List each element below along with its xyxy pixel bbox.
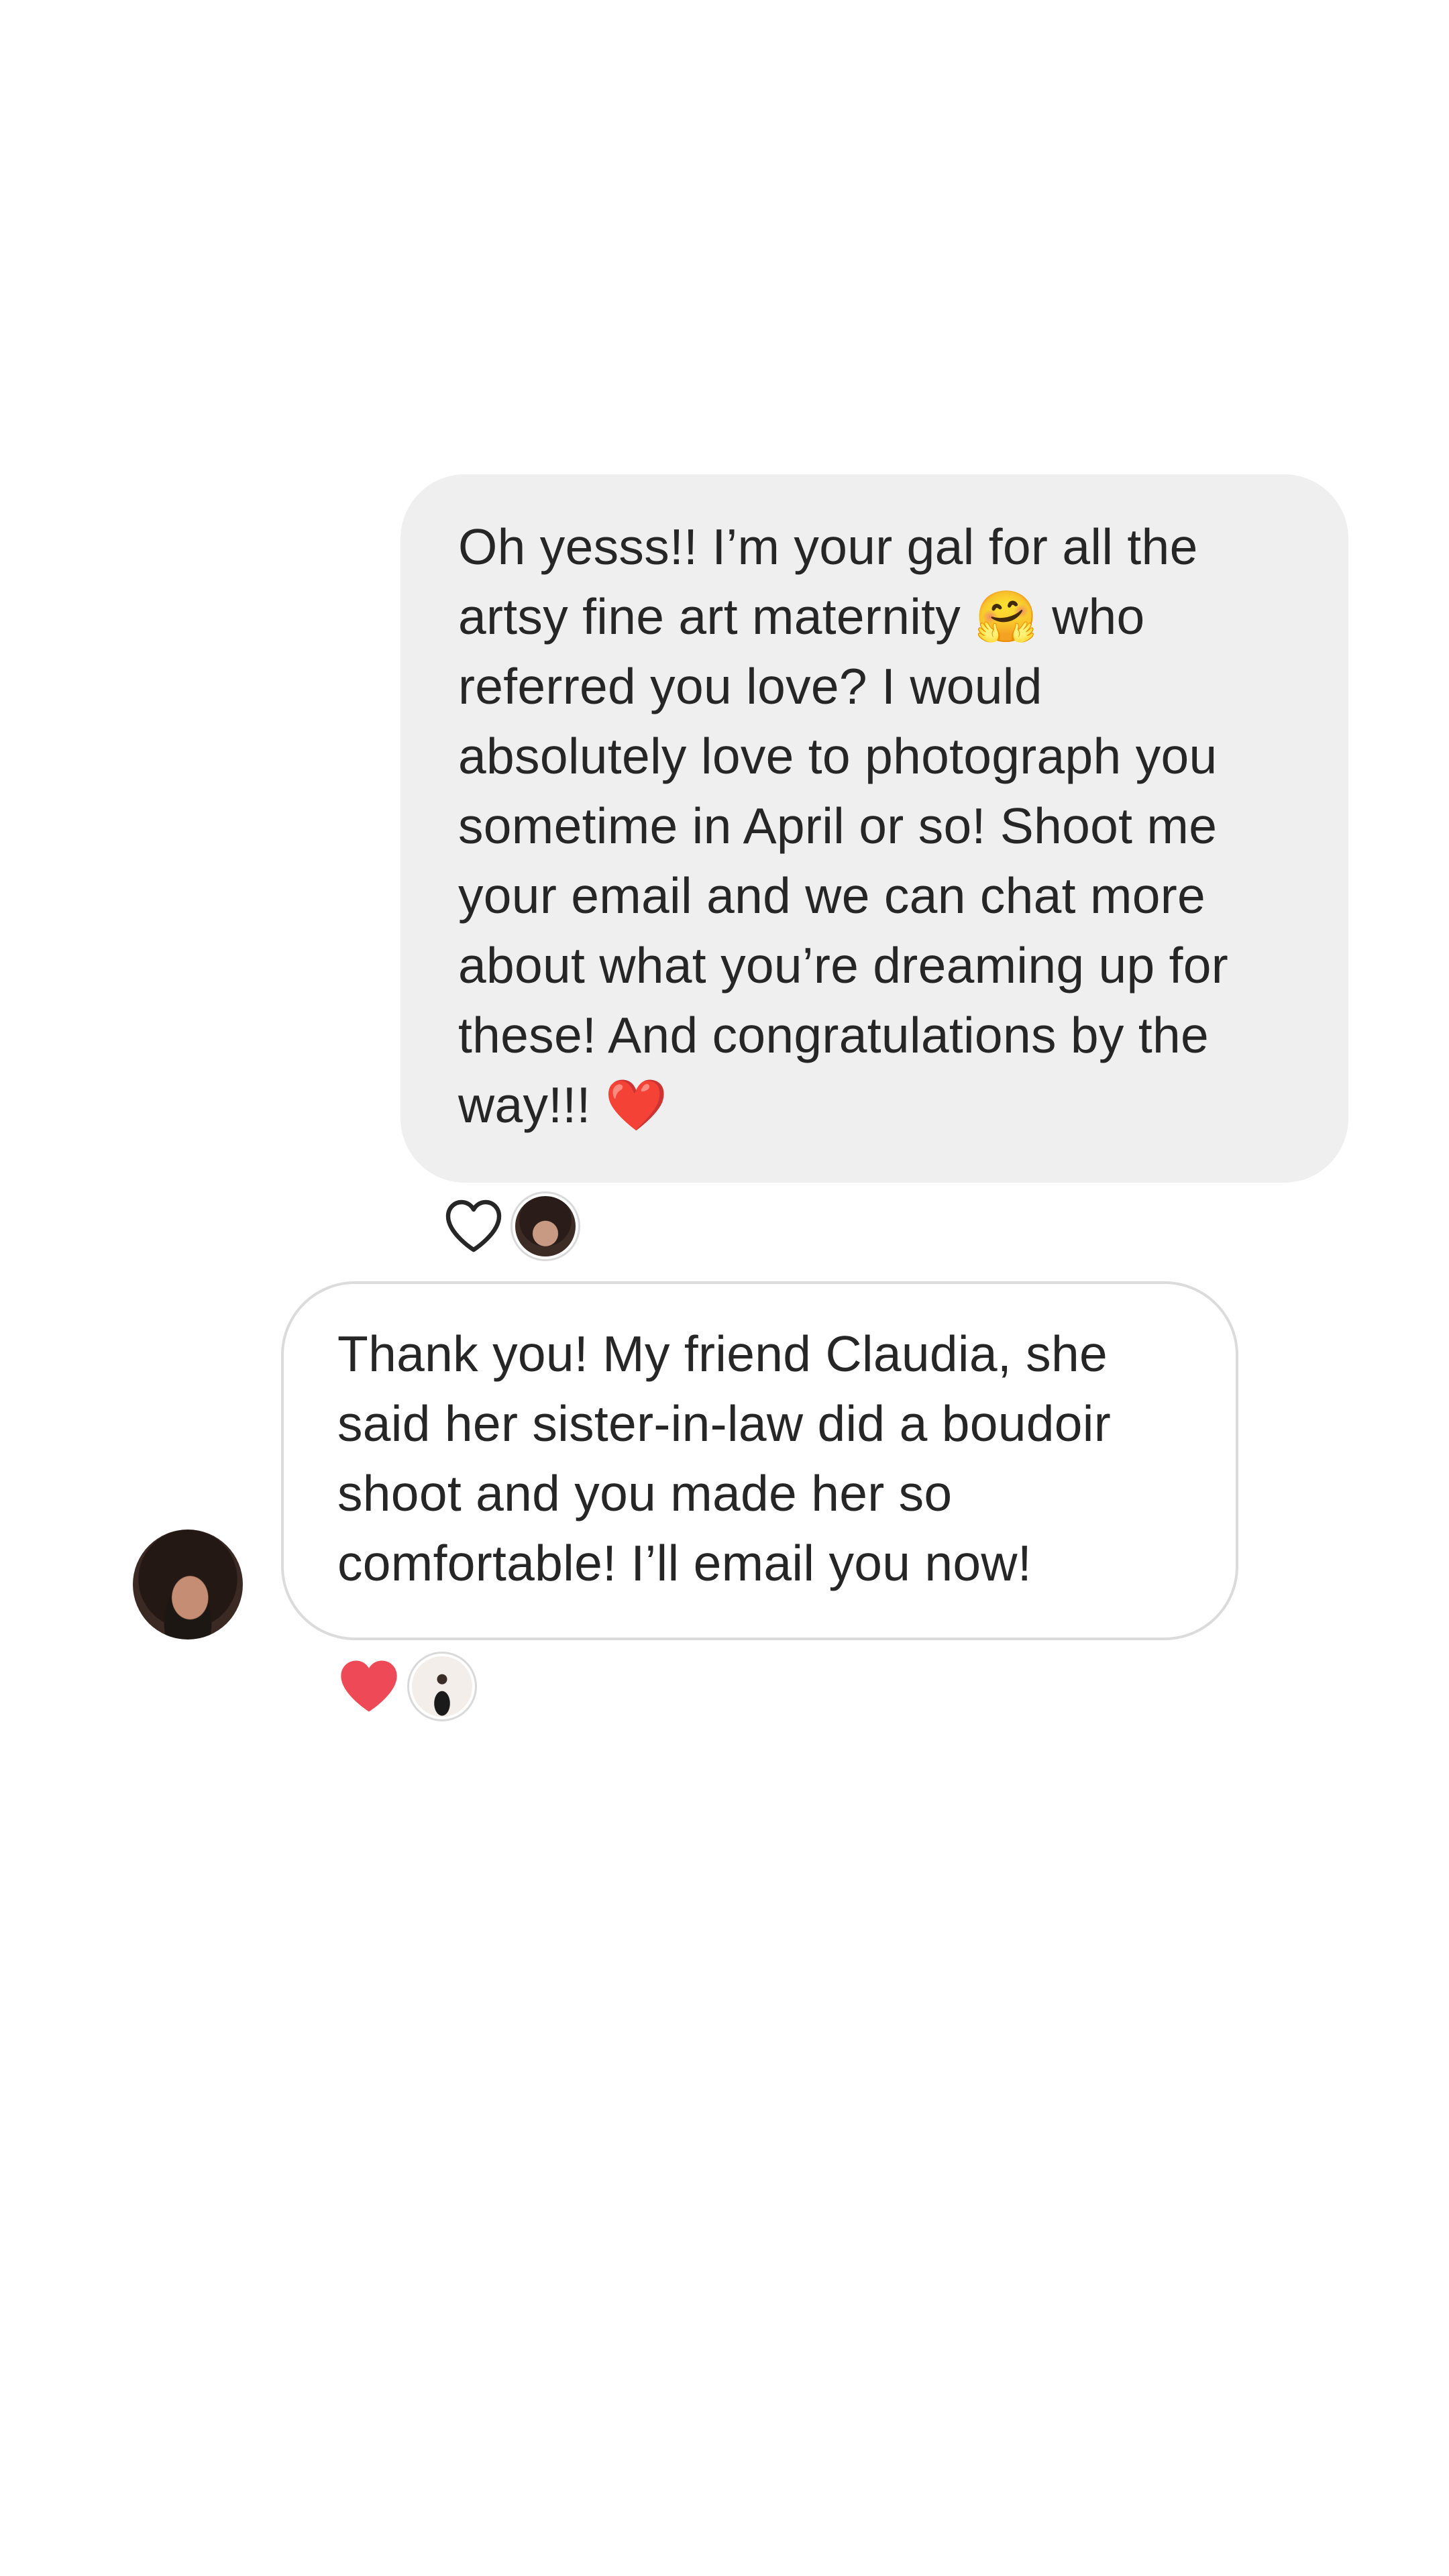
outgoing-message-text: Oh yesss!! I’m your gal for all the arts… [458, 519, 1229, 1133]
heart-outline-icon[interactable] [441, 1194, 506, 1258]
incoming-message-bubble[interactable]: Thank you! My friend Claudia, she said h… [281, 1281, 1238, 1640]
outgoing-message-reactions[interactable] [441, 1193, 578, 1259]
reactor-avatar [513, 1193, 578, 1259]
sender-avatar[interactable] [133, 1529, 243, 1640]
outgoing-message-bubble[interactable]: Oh yesss!! I’m your gal for all the arts… [400, 474, 1348, 1183]
heart-filled-icon[interactable] [335, 1653, 402, 1720]
reactor-avatar [409, 1654, 475, 1719]
incoming-message-reactions[interactable] [335, 1654, 475, 1719]
message-thread: Oh yesss!! I’m your gal for all the arts… [0, 0, 1449, 2576]
incoming-message-text: Thank you! My friend Claudia, she said h… [337, 1326, 1112, 1591]
